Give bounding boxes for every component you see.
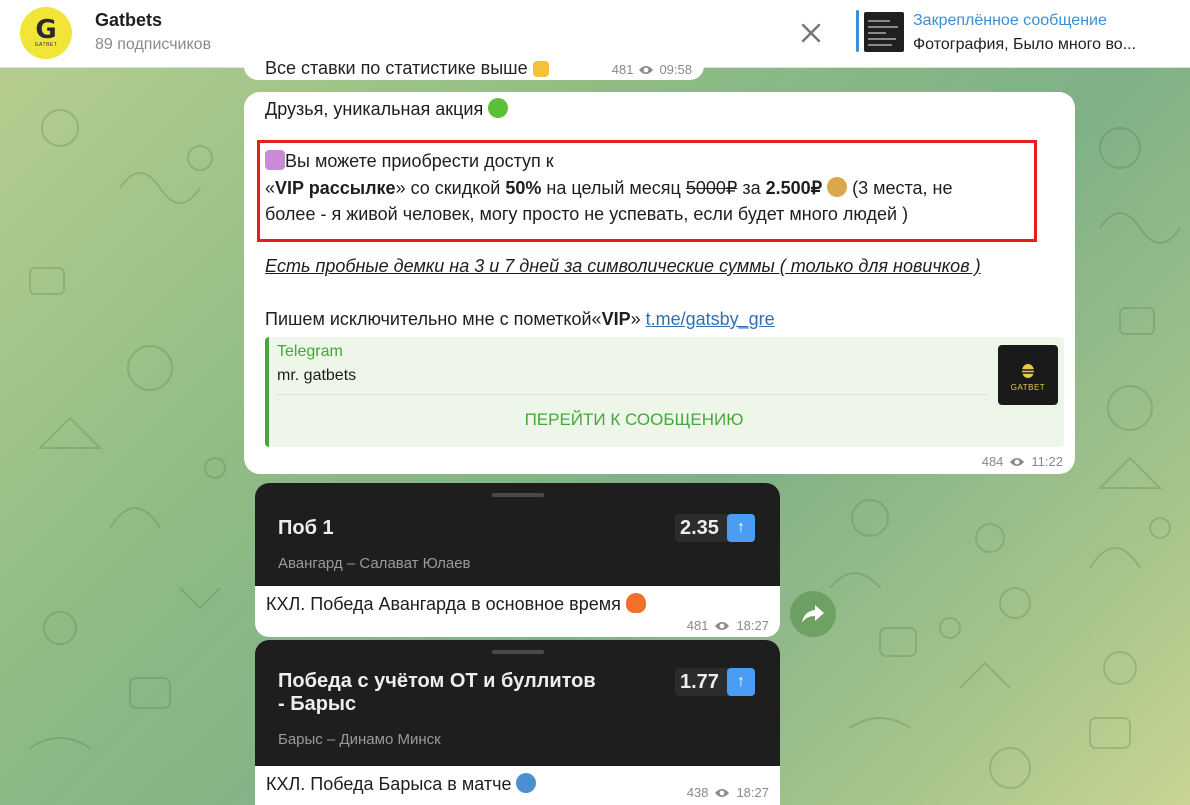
preview-thumbnail[interactable]: GATBET [998, 345, 1058, 405]
post-contact-line: Пишем исключительно мне с пометкой«VIP» … [265, 309, 775, 329]
pinned-thumbnail[interactable] [864, 12, 904, 52]
bet-caption: КХЛ. Победа Барыса в матче [266, 773, 537, 795]
preview-logo-text: GATBET [1010, 383, 1046, 392]
message-meta: 481 18:27 [687, 618, 769, 633]
bet-title: Поб 1 [278, 517, 334, 539]
contact-link[interactable]: t.me/gatsby_gre [646, 309, 775, 329]
view-count: 484 [981, 454, 1004, 469]
message-meta: 481 09:58 [612, 62, 692, 77]
close-icon [801, 23, 821, 43]
share-button[interactable] [790, 591, 836, 637]
forward-arrow-icon [802, 605, 824, 623]
message-bubble[interactable]: Все ставки по статистике выше 481 09:58 [244, 40, 704, 80]
channel-name[interactable]: Gatbets [95, 10, 162, 31]
leopard-icon [516, 773, 537, 793]
subscriber-count: 89 подписчиков [95, 36, 212, 53]
pinned-message-title[interactable]: Закреплённое сообщение [913, 12, 1107, 30]
message-time: 11:22 [1031, 454, 1063, 469]
message-text: Все ставки по статистике выше [265, 58, 549, 79]
thumbs-up-icon [532, 61, 549, 77]
money-bag-icon [827, 177, 848, 197]
old-price: 5000₽ [685, 178, 738, 198]
link-preview[interactable]: Telegram mr. gatbets ПЕРЕЙТИ К СООБЩЕНИЮ… [265, 337, 1064, 447]
post-offer-line: Вы можете приобрести доступ к [265, 150, 554, 172]
preview-divider [277, 394, 987, 395]
eye-icon [715, 621, 730, 630]
message-time: 18:27 [736, 618, 769, 633]
preview-site-name: Telegram [277, 343, 343, 360]
view-count: 481 [686, 618, 709, 633]
fire-icon [625, 593, 646, 613]
avatar-brand: GATBET [34, 42, 58, 48]
message-meta: 484 11:22 [982, 454, 1063, 469]
eye-icon [1010, 457, 1025, 466]
pinned-indicator [856, 10, 859, 52]
message-bubble[interactable]: Друзья, уникальная акция Вы можете приоб… [244, 92, 1075, 474]
eye-icon [639, 65, 654, 74]
post-offer-details: «VIP рассылке» со скидкой 50% на целый м… [265, 177, 953, 198]
arrow-up-icon: ↑ [726, 514, 755, 542]
bet-coupon: Победа с учётом ОТ и буллитов - Барыс 1.… [255, 640, 780, 766]
preview-title: mr. gatbets [277, 367, 357, 384]
pinned-message-text[interactable]: Фотография, Было много во... [913, 36, 1165, 54]
bet-match: Авангард – Салават Юлаев [278, 555, 471, 572]
eye-icon [715, 788, 730, 797]
bet-odds: 2.35 ↑ [675, 514, 755, 542]
bet-title: Победа с учётом ОТ и буллитов - Барыс [278, 670, 596, 715]
message-time: 18:27 [736, 785, 769, 800]
view-count: 481 [611, 62, 634, 77]
bet-match: Барыс – Динамо Минск [278, 731, 441, 748]
post-offer-note: более - я живой человек, могу просто не … [265, 204, 909, 224]
drag-handle [492, 493, 544, 497]
post-headline: Друзья, уникальная акция [265, 98, 509, 120]
bet-card[interactable]: Победа с учётом ОТ и буллитов - Барыс 1.… [255, 640, 780, 805]
open-message-button[interactable]: ПЕРЕЙТИ К СООБЩЕНИЮ [269, 397, 999, 443]
close-button[interactable] [796, 18, 826, 48]
bet-coupon: Поб 1 2.35 ↑ Авангард – Салават Юлаев [255, 483, 780, 586]
channel-avatar[interactable]: G GATBET [20, 7, 72, 59]
bee-logo-icon [1022, 364, 1034, 378]
gift-icon [265, 150, 285, 170]
drag-handle [492, 650, 544, 654]
bet-caption: КХЛ. Победа Авангарда в основное время [266, 593, 646, 615]
avatar-letter: G [35, 15, 57, 45]
new-price: 2.500₽ [765, 178, 823, 198]
four-leaf-clover-icon [488, 98, 509, 118]
bet-card[interactable]: Поб 1 2.35 ↑ Авангард – Салават Юлаев КХ… [255, 483, 780, 637]
post-trial-note: Есть пробные демки на 3 и 7 дней за симв… [265, 256, 981, 276]
bet-odds: 1.77 ↑ [675, 668, 755, 696]
view-count: 438 [686, 785, 709, 800]
message-time: 09:58 [659, 62, 692, 77]
message-meta: 438 18:27 [687, 785, 769, 800]
arrow-up-icon: ↑ [726, 668, 755, 696]
